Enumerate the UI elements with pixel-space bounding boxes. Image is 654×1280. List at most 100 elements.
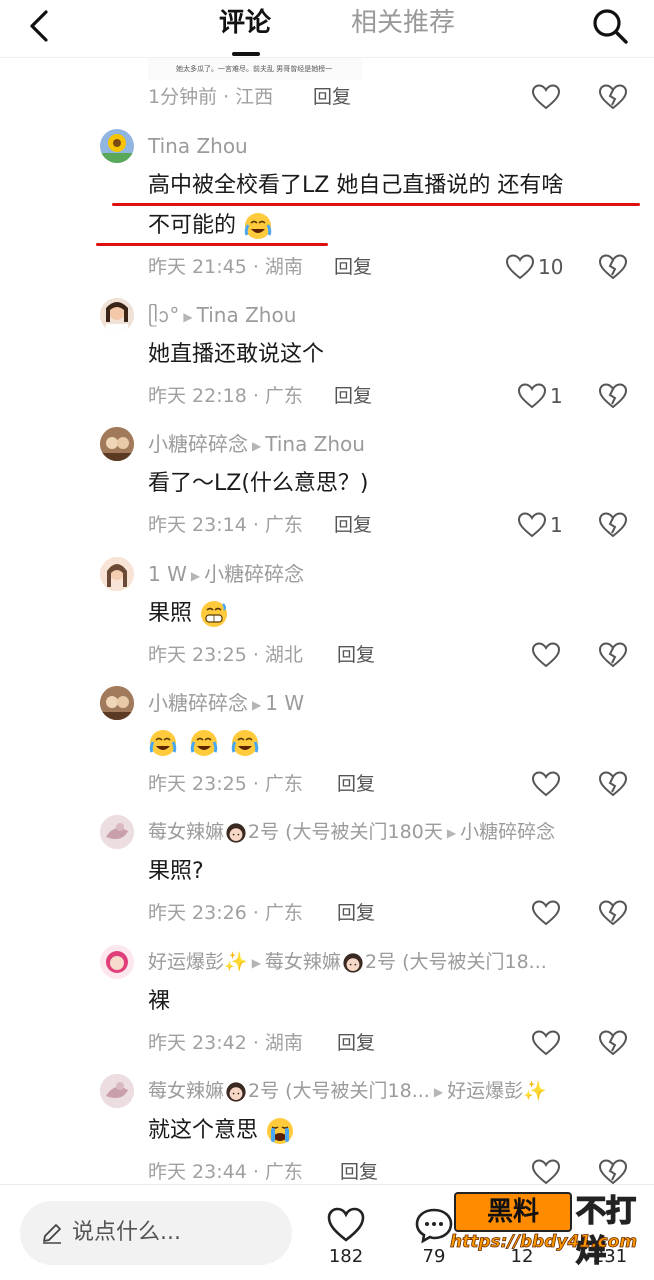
tab-comments[interactable]: 评论 <box>219 6 271 40</box>
reply-to-name: Tina Zhou <box>265 432 365 456</box>
like-icon[interactable] <box>531 83 561 111</box>
like-icon[interactable] <box>531 641 561 669</box>
reply-arrow-icon: ▶ <box>183 309 193 324</box>
avatar[interactable] <box>100 686 134 720</box>
loudly-crying-emoji-icon <box>267 1118 294 1144</box>
like-icon[interactable] <box>326 1205 366 1245</box>
comment-author[interactable]: 小糖碎碎念 ▶ 1 W <box>148 690 304 718</box>
author-name: 小糖碎碎念 <box>148 691 248 715</box>
comment-author[interactable]: ᥫᩣ° ▶ Tina Zhou <box>148 302 296 330</box>
comment-input[interactable]: 说点什么... <box>20 1201 292 1265</box>
reply-button[interactable]: 回复 <box>337 771 375 797</box>
comment-author[interactable]: Tina Zhou <box>148 133 248 159</box>
sparkles-icon: ✨ <box>523 1080 547 1102</box>
reply-button[interactable]: 回复 <box>337 1030 375 1056</box>
reply-button[interactable]: 回复 <box>337 900 375 926</box>
watermark: 黑料 不打烊 https://bbdy41.com <box>444 1188 654 1270</box>
avatar[interactable] <box>100 815 134 849</box>
reply-button[interactable]: 回复 <box>334 512 372 538</box>
comment-text-line: 不可能的 <box>148 213 237 238</box>
tab-related[interactable]: 相关推荐 <box>351 6 455 40</box>
reply-button[interactable]: 回复 <box>334 254 372 280</box>
comment-author[interactable]: 小糖碎碎念 ▶ Tina Zhou <box>148 431 365 459</box>
red-underline-annotation <box>112 203 640 206</box>
reply-to-name: Tina Zhou <box>196 303 297 327</box>
pen-icon <box>43 1224 61 1244</box>
avatar[interactable] <box>100 1074 134 1108</box>
top-bar: 评论 相关推荐 <box>0 0 654 58</box>
comment-meta: 昨天 23:14 · 广东 <box>148 514 303 536</box>
reply-arrow-icon: ▶ <box>251 955 261 970</box>
comment-text: 她直播还敢说这个 <box>148 342 325 367</box>
avatar[interactable] <box>100 427 134 461</box>
dislike-icon[interactable] <box>598 253 628 281</box>
comment-text: 果照? <box>148 859 204 884</box>
like-count: 1 <box>550 513 563 537</box>
like-count: 182 <box>328 1246 364 1267</box>
reply-to-name: 好运爆彭 <box>447 1080 524 1102</box>
reply-button[interactable]: 回复 <box>334 383 372 409</box>
comment-text: 不可能的 <box>148 211 273 241</box>
like-icon[interactable] <box>531 1158 561 1186</box>
comment-meta: 昨天 23:25 · 广东 <box>148 773 303 795</box>
comment-meta: 昨天 23:42 · 湖南 <box>148 1032 303 1054</box>
comment-meta: 昨天 23:25 · 湖北 <box>148 644 303 666</box>
comment-text <box>148 728 260 758</box>
red-underline-annotation <box>96 243 328 246</box>
watermark-url: https://bbdy41.com <box>450 1232 638 1253</box>
like-icon[interactable] <box>531 1029 561 1057</box>
comment-author[interactable]: 好运爆彭✨ ▶ 莓女辣嫲 2号 (大号被关门18... <box>148 949 547 976</box>
comment-text-line: 就这个意思 <box>148 1118 259 1143</box>
like-icon[interactable] <box>531 770 561 798</box>
comment-text: 看了～LZ(什么意思？) <box>148 471 369 496</box>
dislike-icon[interactable] <box>598 770 628 798</box>
girl-emoji-icon <box>343 952 363 973</box>
like-icon[interactable] <box>531 899 561 927</box>
like-icon[interactable] <box>517 382 547 410</box>
reply-to-name: 小糖碎碎念 <box>460 821 556 843</box>
author-name: ᥫᩣ° <box>148 303 180 327</box>
dislike-icon[interactable] <box>598 382 628 410</box>
reply-to-name: 莓女辣嫲 <box>264 951 341 973</box>
comment-image-thumbnail[interactable]: 她太多瓜了。一言难尽。前夫乱 男哥曾经是她榜一 <box>148 58 362 80</box>
author-name: 小糖碎碎念 <box>148 432 248 456</box>
like-icon[interactable] <box>505 253 535 281</box>
reply-button[interactable]: 回复 <box>340 1159 378 1185</box>
avatar[interactable] <box>100 129 134 163</box>
grinning-sweat-emoji-icon <box>201 601 228 627</box>
comment-author[interactable]: 莓女辣嫲 2号 (大号被关门180天 ▶ 小糖碎碎念 <box>148 819 555 846</box>
comment-text: 裸 <box>148 989 171 1014</box>
reply-button[interactable]: 回复 <box>337 642 375 668</box>
like-count: 10 <box>538 255 564 279</box>
avatar[interactable] <box>100 557 134 591</box>
comment-text: 就这个意思 <box>148 1116 295 1146</box>
crying-laughing-emoji-icon <box>244 213 272 239</box>
dislike-icon[interactable] <box>598 511 628 539</box>
dislike-icon[interactable] <box>598 899 628 927</box>
back-icon[interactable] <box>22 6 62 46</box>
like-icon[interactable] <box>517 511 547 539</box>
girl-emoji-icon <box>226 822 246 843</box>
author-name: 莓女辣嫲 <box>148 821 225 843</box>
dislike-icon[interactable] <box>598 641 628 669</box>
reply-button[interactable]: 回复 <box>313 84 351 110</box>
dislike-icon[interactable] <box>598 1158 628 1186</box>
watermark-brand: 黑料 <box>454 1192 572 1232</box>
comment-text: 果照 <box>148 599 229 629</box>
comment-text: 高中被全校看了LZ 她自己直播说的 还有啥 <box>148 171 563 201</box>
reply-arrow-icon: ▶ <box>190 568 201 583</box>
avatar[interactable] <box>100 298 134 332</box>
search-icon[interactable] <box>588 4 632 48</box>
comment-meta: 昨天 22:18 · 广东 <box>148 385 303 407</box>
dislike-icon[interactable] <box>598 1029 628 1057</box>
author-name: 好运爆彭 <box>148 951 225 973</box>
comment-text-line: 高中被全校看了LZ 她自己直播说的 还有啥 <box>148 173 564 198</box>
comment-author[interactable]: 莓女辣嫲 2号 (大号被关门18... ▶ 好运爆彭✨ <box>148 1078 547 1105</box>
comment-author[interactable]: 1 W ▶ 小糖碎碎念 <box>148 561 304 589</box>
comment-image-caption: 她太多瓜了。一言难尽。前夫乱 男哥曾经是她榜一 <box>176 65 333 73</box>
comment-meta: 昨天 21:45 · 湖南 <box>148 256 303 278</box>
reply-to-name: 小糖碎碎念 <box>204 562 305 586</box>
comment-meta: 1分钟前 · 江西 <box>148 86 274 108</box>
avatar[interactable] <box>100 945 134 979</box>
dislike-icon[interactable] <box>598 83 628 111</box>
